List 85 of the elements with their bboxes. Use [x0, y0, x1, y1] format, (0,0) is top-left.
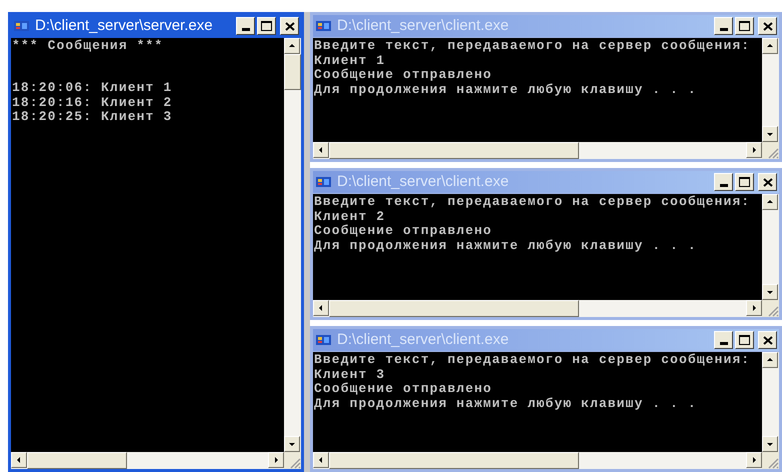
- horizontal-scrollbar[interactable]: [11, 452, 284, 469]
- console-line: Введите текст, передаваемого на сервер сообщения:: [314, 353, 750, 368]
- console-line: Введите текст, передаваемого на сервер сообщения:: [314, 195, 750, 210]
- size-grip[interactable]: [284, 452, 301, 469]
- horizontal-scrollbar[interactable]: [313, 452, 762, 469]
- minimize-button[interactable]: [714, 173, 733, 191]
- size-grip-icon: [767, 457, 779, 469]
- scroll-thumb[interactable]: [329, 300, 579, 317]
- console-line: Клиент 3: [314, 368, 386, 382]
- vertical-scrollbar[interactable]: [284, 38, 301, 452]
- scroll-left-button[interactable]: [313, 452, 329, 468]
- scroll-down-button[interactable]: [284, 436, 300, 452]
- maximize-icon: [739, 21, 750, 31]
- vertical-scrollbar[interactable]: [762, 38, 779, 142]
- minimize-button[interactable]: [714, 17, 733, 35]
- scroll-down-button[interactable]: [762, 436, 778, 452]
- horizontal-scrollbar[interactable]: [313, 300, 762, 317]
- close-button[interactable]: [280, 17, 299, 35]
- console-app-icon: [315, 332, 333, 348]
- maximize-button[interactable]: [257, 17, 276, 35]
- size-grip-icon: [767, 305, 779, 317]
- close-icon: [762, 22, 772, 30]
- size-grip[interactable]: [762, 300, 779, 317]
- scroll-right-button[interactable]: [268, 452, 284, 468]
- scroll-up-button[interactable]: [762, 194, 778, 210]
- close-icon: [762, 178, 772, 186]
- size-grip[interactable]: [762, 142, 779, 159]
- window-title: D:\client_server\client.exe: [337, 16, 509, 36]
- console-app-icon: [13, 18, 31, 34]
- minimize-icon: [720, 28, 728, 31]
- scroll-up-button[interactable]: [284, 38, 300, 54]
- size-grip-icon: [767, 147, 779, 159]
- scroll-thumb[interactable]: [329, 142, 579, 159]
- console-line: Сообщение отправлено: [314, 224, 492, 238]
- horizontal-scrollbar[interactable]: [313, 142, 762, 159]
- console-line: Сообщение отправлено: [314, 68, 492, 82]
- scroll-right-button[interactable]: [746, 300, 762, 316]
- scroll-left-button[interactable]: [313, 300, 329, 316]
- scroll-up-button[interactable]: [762, 352, 778, 368]
- console-line: Для продолжения нажмите любую клавишу . . .: [314, 396, 697, 411]
- console-line: 18:20:16: Клиент 2: [12, 96, 172, 110]
- console-line: Введите текст, передаваемого на сервер сообщения:: [314, 39, 750, 54]
- console-line: Сообщение отправлено: [314, 382, 492, 396]
- console-line: 18:20:06: Клиент 1: [12, 81, 172, 96]
- scroll-right-button[interactable]: [746, 452, 762, 468]
- close-button[interactable]: [758, 17, 777, 35]
- scroll-down-button[interactable]: [762, 126, 778, 142]
- maximize-button[interactable]: [735, 331, 754, 349]
- console-app-icon: [315, 174, 333, 190]
- scroll-left-button[interactable]: [11, 452, 27, 468]
- close-icon: [284, 22, 294, 30]
- scroll-up-button[interactable]: [762, 38, 778, 54]
- maximize-icon: [261, 21, 272, 31]
- vertical-scrollbar[interactable]: [762, 194, 779, 300]
- maximize-icon: [739, 177, 750, 187]
- scroll-left-button[interactable]: [313, 142, 329, 158]
- size-grip[interactable]: [762, 452, 779, 469]
- close-button[interactable]: [758, 331, 777, 349]
- close-button[interactable]: [758, 173, 777, 191]
- window-title: D:\client_server\server.exe: [35, 16, 213, 36]
- close-icon: [762, 336, 772, 344]
- scroll-thumb[interactable]: [284, 54, 301, 90]
- console-line: Для продолжения нажмите любую клавишу . . .: [314, 238, 697, 253]
- size-grip-icon: [289, 457, 301, 469]
- window-title: D:\client_server\client.exe: [337, 172, 509, 192]
- scroll-thumb[interactable]: [27, 452, 127, 469]
- console-app-icon: [315, 18, 333, 34]
- minimize-icon: [242, 28, 250, 31]
- scroll-down-button[interactable]: [762, 284, 778, 300]
- window-title: D:\client_server\client.exe: [337, 330, 509, 350]
- vertical-scrollbar[interactable]: [762, 352, 779, 452]
- scroll-thumb[interactable]: [329, 452, 579, 469]
- console-line: Клиент 1: [314, 54, 386, 68]
- console-line: Клиент 2: [314, 210, 386, 224]
- maximize-icon: [739, 335, 750, 345]
- minimize-button[interactable]: [236, 17, 255, 35]
- minimize-icon: [720, 184, 728, 187]
- console-line: 18:20:25: Клиент 3: [12, 110, 172, 124]
- console-header: *** Сообщения ***: [12, 39, 164, 53]
- console-line: Для продолжения нажмите любую клавишу . . .: [314, 82, 697, 97]
- scroll-right-button[interactable]: [746, 142, 762, 158]
- minimize-button[interactable]: [714, 331, 733, 349]
- maximize-button[interactable]: [735, 17, 754, 35]
- maximize-button[interactable]: [735, 173, 754, 191]
- minimize-icon: [720, 342, 728, 345]
